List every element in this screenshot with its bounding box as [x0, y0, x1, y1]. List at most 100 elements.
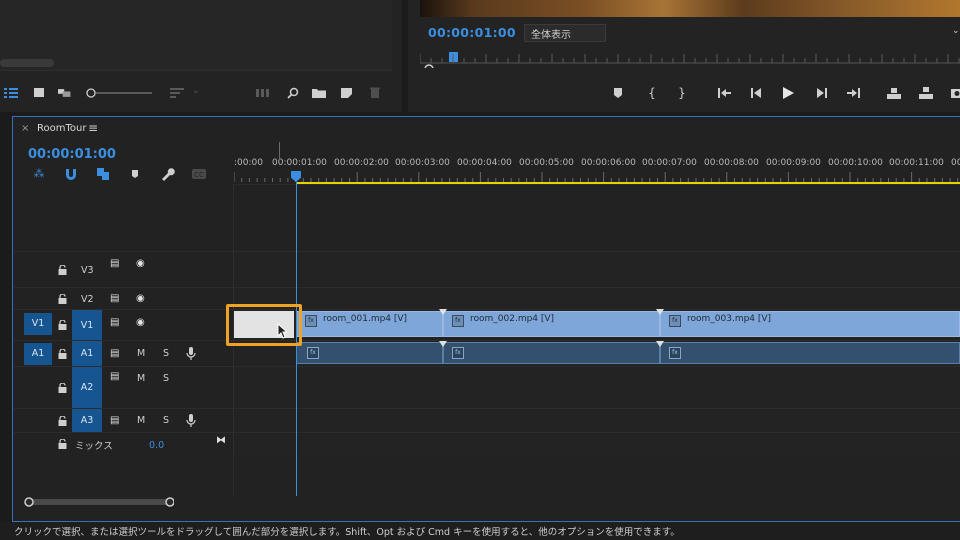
project-scrollbar[interactable] [0, 59, 54, 67]
search-icon[interactable] [286, 87, 300, 99]
zoom-slider[interactable] [86, 88, 156, 98]
solo-button[interactable]: S [163, 348, 169, 359]
insert-icon[interactable] [886, 85, 902, 101]
captions-icon[interactable]: CC [191, 166, 207, 182]
ruler-label: :00:00 [234, 158, 263, 168]
ruler-edge-line [279, 142, 280, 160]
bowtie-icon[interactable]: ⧓ [216, 435, 226, 446]
program-time-ruler[interactable] [420, 50, 960, 68]
work-area-bar[interactable] [296, 182, 960, 184]
panel-menu-icon[interactable]: ≡ [88, 121, 98, 135]
add-marker-icon[interactable] [610, 85, 626, 101]
clip-room-002-audio[interactable]: fx [443, 342, 660, 364]
mark-in-icon[interactable]: { [644, 85, 660, 101]
sync-lock-icon[interactable]: ▤ [110, 293, 119, 304]
clip-room-003-video[interactable]: fx room_003.mp4 [V] [660, 311, 960, 337]
timeline-zoom-scrollbar[interactable] [24, 497, 174, 507]
clip-room-001-audio[interactable]: fx [296, 342, 443, 364]
clip-room-003-audio[interactable]: fx [660, 342, 960, 364]
new-item-icon[interactable] [340, 87, 354, 99]
chevron-down-icon: ⌄ [531, 25, 539, 35]
ruler-label: 00:00:06:00 [581, 158, 636, 168]
freeform-view-icon[interactable] [58, 87, 72, 99]
lock-icon[interactable] [58, 416, 67, 426]
mute-button[interactable]: M [137, 373, 145, 384]
track-lane-a3[interactable] [234, 408, 960, 433]
lock-icon[interactable] [58, 349, 67, 359]
mix-volume-value[interactable]: 0.0 [149, 440, 164, 451]
timeline-tools: ⁂ CC [28, 166, 228, 184]
sync-lock-icon[interactable]: ▤ [110, 415, 119, 426]
sync-lock-icon[interactable]: ▤ [110, 371, 119, 382]
microphone-icon[interactable] [186, 414, 196, 427]
new-bin-icon[interactable] [312, 87, 326, 99]
timeline-ruler[interactable]: :00:00 00:00:01:00 00:00:02:00 00:00:03:… [234, 150, 960, 184]
track-lane-v2[interactable] [234, 287, 960, 310]
lock-icon[interactable] [58, 383, 67, 393]
step-back-icon[interactable] [748, 85, 764, 101]
export-frame-icon[interactable] [950, 85, 960, 101]
trash-icon[interactable] [368, 87, 382, 99]
lock-icon[interactable] [58, 294, 67, 304]
nest-toggle-icon[interactable]: ⁂ [31, 166, 47, 182]
play-icon[interactable] [780, 85, 796, 101]
mark-out-icon[interactable]: } [674, 85, 690, 101]
clip-room-001-video[interactable]: fx room_001.mp4 [V] [296, 311, 443, 337]
track-target-a3[interactable]: A3 [72, 409, 102, 433]
program-timecode[interactable]: 00:00:01:00 [428, 25, 516, 40]
sync-lock-icon[interactable]: ▤ [110, 258, 119, 269]
project-toolbar: ⌄ [0, 80, 402, 108]
sort-chevron-icon[interactable]: ⌄ [192, 86, 200, 96]
solo-button[interactable]: S [163, 373, 169, 384]
track-target-a2[interactable]: A2 [72, 367, 102, 409]
ruler-label: 00:00:08:00 [704, 158, 759, 168]
overwrite-icon[interactable] [918, 85, 934, 101]
mute-button[interactable]: M [137, 415, 145, 426]
eye-icon[interactable]: ◉ [136, 293, 145, 304]
track-lane-v3[interactable] [234, 251, 960, 288]
wrench-icon[interactable] [159, 166, 175, 182]
track-name: V2 [81, 294, 94, 305]
sort-icon[interactable] [170, 87, 184, 99]
solo-button[interactable]: S [163, 415, 169, 426]
step-forward-icon[interactable] [814, 85, 830, 101]
track-lane-a2[interactable] [234, 366, 960, 409]
fx-badge: fx [669, 315, 681, 327]
close-tab-icon[interactable]: × [21, 123, 29, 134]
lock-icon[interactable] [58, 265, 67, 275]
list-view-icon[interactable] [4, 87, 18, 99]
ruler-label: 00:00:09:00 [766, 158, 821, 168]
add-marker-icon[interactable] [127, 166, 143, 182]
sequence-tab[interactable]: RoomTour [37, 123, 86, 134]
eye-icon[interactable]: ◉ [136, 258, 145, 269]
sequence-timecode[interactable]: 00:00:01:00 [28, 147, 116, 162]
sync-lock-icon[interactable]: ▤ [110, 348, 119, 359]
zoom-level-select[interactable]: 全体表示 ⌄ [524, 24, 606, 42]
resolution-select-edge[interactable]: ⌄ [952, 26, 960, 36]
ruler-label: 00 [951, 158, 960, 168]
source-patch-v1[interactable]: V1 [24, 313, 52, 335]
ruler-label: 00:00:04:00 [457, 158, 512, 168]
automate-sequence-icon[interactable] [256, 87, 270, 99]
source-patch-a1[interactable]: A1 [24, 343, 52, 365]
ruler-label: 00:00:10:00 [828, 158, 883, 168]
track-target-a1[interactable]: A1 [72, 341, 102, 367]
clip-room-002-video[interactable]: fx room_002.mp4 [V] [443, 311, 660, 337]
snap-icon[interactable] [63, 166, 79, 182]
project-bin-area[interactable] [0, 0, 392, 71]
mute-button[interactable]: M [137, 348, 145, 359]
lock-icon[interactable] [58, 439, 67, 449]
sync-lock-icon[interactable]: ▤ [110, 317, 119, 328]
track-name: V3 [81, 265, 94, 276]
microphone-icon[interactable] [186, 347, 196, 360]
mix-label: ミックス [75, 441, 113, 452]
linked-selection-icon[interactable] [95, 166, 111, 182]
lock-icon[interactable] [58, 320, 67, 330]
go-to-in-icon[interactable] [716, 85, 732, 101]
track-target-v1[interactable]: V1 [72, 310, 102, 341]
ruler-label: 00:00:03:00 [395, 158, 450, 168]
go-to-out-icon[interactable] [846, 85, 862, 101]
status-bar-text: クリックで選択、または選択ツールをドラッグして囲んだ部分を選択します。Shift… [14, 527, 680, 538]
icon-view-icon[interactable] [32, 87, 46, 99]
eye-icon[interactable]: ◉ [136, 317, 145, 328]
